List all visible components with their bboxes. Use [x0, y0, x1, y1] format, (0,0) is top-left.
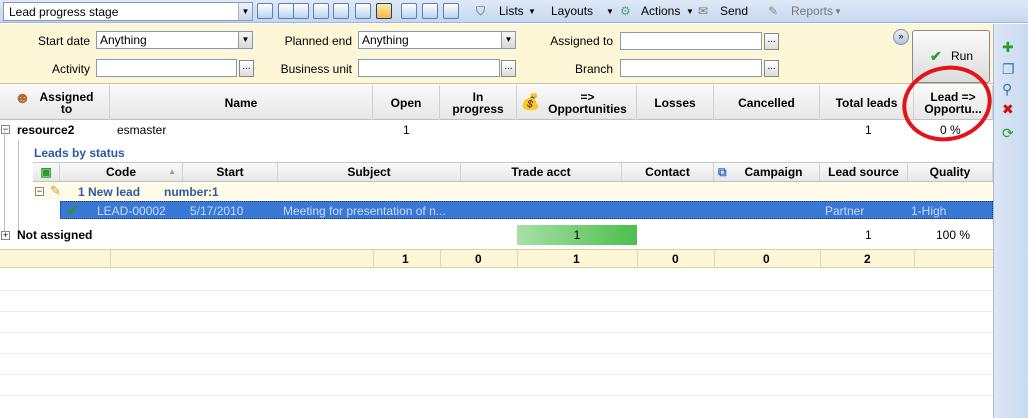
column-selector[interactable]: ▣	[33, 163, 60, 181]
column-cancelled[interactable]: Cancelled	[714, 85, 820, 120]
reports-menu[interactable]: Reports	[791, 4, 833, 18]
branch-field[interactable]	[620, 59, 762, 77]
column-open[interactable]: Open	[373, 85, 440, 120]
sort-asc-icon: ▲	[168, 167, 176, 176]
delete-icon[interactable]: ✖	[1002, 102, 1014, 116]
campaign-icon: ⧉	[718, 165, 727, 179]
search-icon[interactable]	[401, 3, 417, 19]
checkmark-icon: ✔	[67, 202, 79, 218]
collapse-icon[interactable]: −	[1, 125, 10, 134]
grid-view-icon[interactable]	[278, 3, 294, 19]
plus-icon[interactable]: ✚	[1002, 40, 1014, 54]
column-start[interactable]: Start	[183, 163, 278, 181]
activity-browse-button[interactable]: ...	[239, 60, 254, 77]
search-icon[interactable]: ⚲	[1002, 82, 1012, 96]
tree-line	[18, 140, 19, 232]
reports-icon: ✎	[768, 4, 779, 18]
planned-end-select[interactable]: Anything ▼	[358, 31, 516, 49]
chevron-down-icon: ▼	[686, 7, 694, 16]
expand-icon[interactable]: +	[1, 231, 10, 240]
business-unit-label: Business unit	[280, 62, 352, 76]
branch-label: Branch	[574, 62, 613, 76]
pivot-view-icon[interactable]	[376, 3, 392, 19]
activity-field[interactable]	[96, 59, 237, 77]
actions-icon: ⚙	[620, 4, 631, 18]
person-icon: ☻	[14, 90, 31, 107]
form-view-icon[interactable]	[313, 3, 329, 19]
toolbar: Lead progress stage ▼ ⛉ Lists ▼ Layouts …	[0, 0, 1028, 23]
filter-icon: ⛉	[476, 4, 486, 18]
collapse-icon[interactable]: −	[35, 187, 44, 196]
assigned-to-field[interactable]	[620, 32, 762, 50]
chevron-down-icon[interactable]: ▼	[238, 3, 252, 20]
business-unit-field[interactable]	[358, 59, 500, 77]
chevron-down-icon[interactable]: ▼	[501, 32, 515, 48]
send-icon: ✉	[698, 4, 709, 18]
tree-view-icon[interactable]	[355, 3, 371, 19]
table-row[interactable]: ✔ LEAD-00002 5/17/2010 Meeting for prese…	[60, 201, 993, 219]
column-in-progress[interactable]: In progress	[440, 85, 517, 120]
filter-panel: Start date Anything ▼ Activity ... Plann…	[0, 24, 993, 84]
side-toolbar: ✚ ❐ ⚲ ✖ ⟳	[993, 24, 1028, 418]
column-assigned-to[interactable]: ☻ Assigned to	[0, 85, 110, 120]
assigned-to-browse-button[interactable]: ...	[764, 33, 779, 50]
activity-label: Activity	[51, 62, 90, 76]
chevron-down-icon: ▼	[834, 7, 842, 16]
send-menu[interactable]: Send	[720, 4, 748, 18]
business-unit-browse-button[interactable]: ...	[501, 60, 516, 77]
leads-by-status-label: Leads by status	[34, 146, 125, 160]
group-row[interactable]: − ✎ 1 New lead number:1	[33, 183, 993, 200]
money-bag-icon: 💰	[520, 93, 541, 111]
chart-view-icon[interactable]	[333, 3, 349, 19]
view-select-value: Lead progress stage	[9, 5, 119, 19]
branch-browse-button[interactable]: ...	[764, 60, 779, 77]
checkmark-icon: ✔	[930, 48, 942, 64]
table-row[interactable]: + Not assigned 1 1 100 %	[0, 224, 993, 246]
start-date-value: Anything	[100, 33, 147, 47]
binoculars-icon[interactable]	[257, 3, 273, 19]
opportunities-cell: 1	[517, 225, 637, 245]
folder-icon: ✎	[50, 183, 61, 198]
column-lead-source[interactable]: Lead source	[820, 163, 908, 181]
filter-view-icon[interactable]	[293, 3, 309, 19]
chevron-down-icon[interactable]: ▼	[238, 32, 252, 48]
actions-menu[interactable]: Actions	[641, 4, 680, 18]
calculator-icon[interactable]	[443, 3, 459, 19]
layouts-menu[interactable]: Layouts	[551, 4, 593, 18]
sub-grid-header: ▣ Code ▲ Start Subject Trade acct Contac…	[33, 162, 993, 182]
tree-line	[4, 131, 5, 234]
refresh-icon[interactable]: ⟳	[1002, 126, 1014, 140]
start-date-label: Start date	[37, 34, 90, 48]
planned-end-label: Planned end	[284, 34, 352, 48]
chevron-down-icon: ▼	[606, 7, 614, 16]
column-trade-acct[interactable]: Trade acct	[461, 163, 622, 181]
view-select[interactable]: Lead progress stage ▼	[3, 2, 253, 21]
column-total-leads[interactable]: Total leads	[820, 85, 914, 120]
column-losses[interactable]: Losses	[637, 85, 714, 120]
assigned-to-label: Assigned to	[550, 34, 613, 48]
copy-icon[interactable]: ❐	[1002, 62, 1015, 76]
column-quality[interactable]: Quality	[908, 163, 993, 181]
run-label: Run	[951, 49, 974, 63]
column-code[interactable]: Code ▲	[60, 163, 183, 181]
chevron-down-icon: ▼	[528, 7, 536, 16]
start-date-select[interactable]: Anything ▼	[96, 31, 253, 49]
grid-header: ☻ Assigned to Name Open In progress 💰 =>…	[0, 85, 993, 120]
new-record-icon: ▣	[40, 165, 52, 179]
totals-row: 1 0 1 0 0 2	[0, 249, 993, 268]
column-subject[interactable]: Subject	[278, 163, 461, 181]
column-contact[interactable]: Contact	[622, 163, 714, 181]
table-row[interactable]: − resource2 esmaster 1 1 0 %	[0, 120, 993, 140]
column-campaign[interactable]: ⧉ Campaign	[714, 163, 820, 181]
lists-menu[interactable]: Lists	[499, 4, 524, 18]
planned-end-value: Anything	[362, 33, 409, 47]
refresh-icon[interactable]	[422, 3, 438, 19]
column-name[interactable]: Name	[110, 85, 373, 120]
collapse-filter-icon[interactable]: »	[893, 29, 909, 45]
column-opportunities[interactable]: 💰 => Opportunities	[517, 85, 637, 120]
